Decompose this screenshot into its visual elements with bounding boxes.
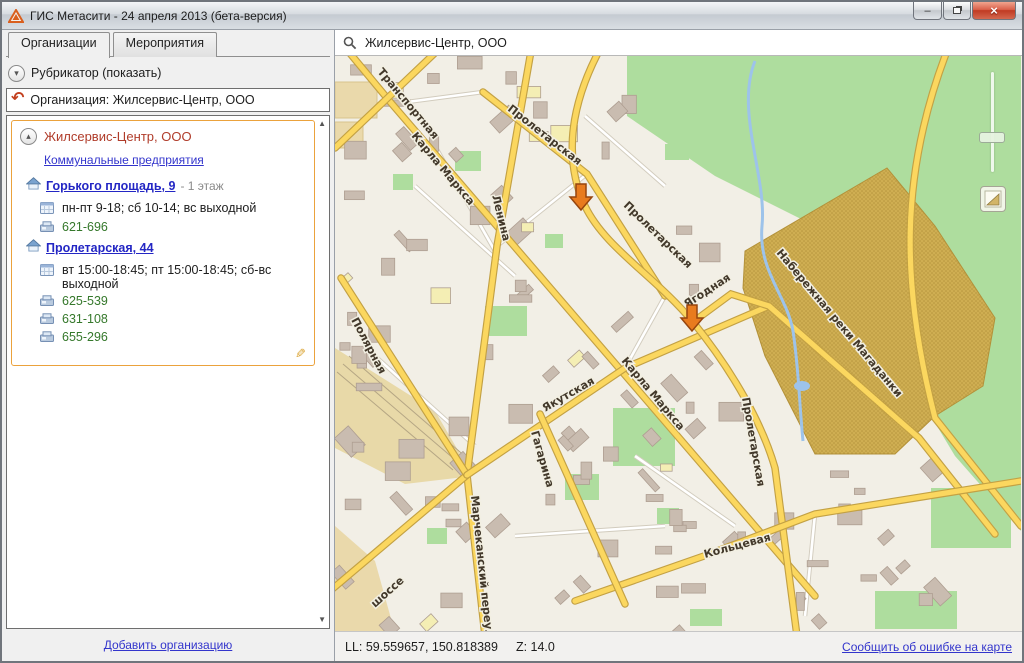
phone-number: 655-296 — [62, 330, 108, 344]
chevron-down-icon[interactable]: ▾ — [8, 65, 25, 82]
address-link[interactable]: Горького площадь, 9 — [46, 179, 175, 193]
organization-bar-label: Организация: Жилсервис-Центр, ООО — [30, 93, 254, 107]
zoom-slider-track[interactable] — [991, 72, 994, 172]
phone-number: 625-539 — [62, 294, 108, 308]
schedule-icon — [40, 202, 56, 217]
close-icon: × — [990, 3, 998, 18]
house-icon — [26, 177, 41, 195]
category-link[interactable]: Коммунальные предприятия — [44, 153, 204, 167]
organization-bar: ↶ Организация: Жилсервис-Центр, ООО — [6, 88, 330, 112]
map-layers-button[interactable] — [980, 186, 1006, 212]
organization-card: ▴ Жилсервис-Центр, ООО Коммунальные пред… — [11, 120, 315, 366]
phone-number: 621-696 — [62, 220, 108, 234]
schedule-icon — [40, 264, 56, 279]
app-window: ГИС Метасити - 24 апреля 2013 (бета-верс… — [0, 0, 1024, 663]
zoom-slider-handle[interactable] — [979, 132, 1005, 143]
add-organization-link[interactable]: Добавить организацию — [104, 638, 233, 652]
sidebar: Организации Мероприятия ▾ Рубрикатор (по… — [2, 30, 335, 661]
search-bar — [335, 30, 1022, 56]
results-panel: ▲ ▼ ▴ Жилсервис-Центр, ООО Коммунальные … — [6, 115, 330, 629]
floor-note: - 1 этаж — [180, 179, 223, 193]
house-icon — [26, 239, 41, 257]
zoom-slider — [988, 72, 996, 172]
phone-icon — [40, 331, 56, 345]
title-bar[interactable]: ГИС Метасити - 24 апреля 2013 (бета-верс… — [2, 2, 1022, 30]
minimize-button[interactable]: – — [913, 2, 942, 20]
map-image[interactable]: ТранспортнаяКарла МарксаПролетарскаяЛени… — [335, 56, 1021, 631]
schedule-text: пн-пт 9-18; сб 10-14; вс выходной — [62, 201, 256, 215]
scroll-up-arrow[interactable]: ▲ — [318, 120, 326, 128]
close-button[interactable]: × — [972, 2, 1016, 20]
search-icon — [343, 36, 357, 50]
location-item: Горького площадь, 9 - 1 этаж пн-пт 9-18; с… — [26, 177, 306, 235]
locations-list: Горького площадь, 9 - 1 этаж пн-пт 9-18; с… — [20, 177, 306, 345]
zoom-readout: Z: 14.0 — [516, 640, 555, 654]
tab-events[interactable]: Мероприятия — [113, 32, 217, 57]
minimize-icon: – — [924, 5, 930, 17]
organization-name: Жилсервис-Центр, ООО — [44, 129, 192, 144]
restore-button[interactable] — [943, 2, 971, 20]
undo-icon[interactable]: ↶ — [11, 92, 24, 106]
phone-icon — [40, 295, 56, 309]
window-title: ГИС Метасити - 24 апреля 2013 (бета-верс… — [30, 9, 287, 23]
edit-pencil-icon[interactable]: ✎ — [295, 346, 306, 362]
scroll-down-arrow[interactable]: ▼ — [318, 616, 326, 624]
chevron-up-icon[interactable]: ▴ — [20, 128, 37, 145]
address-link[interactable]: Пролетарская, 44 — [46, 241, 154, 255]
map-panel: ТранспортнаяКарла МарксаПролетарскаяЛени… — [335, 30, 1022, 661]
map-layers-icon — [984, 190, 1002, 208]
phone-icon — [40, 313, 56, 327]
tab-organizations[interactable]: Организации — [8, 32, 110, 58]
phone-icon — [40, 221, 56, 235]
location-item: Пролетарская, 44 вт 15:00-18:45; пт 15:00… — [26, 239, 306, 345]
tab-strip: Организации Мероприятия — [6, 32, 330, 57]
phone-number: 631-108 — [62, 312, 108, 326]
report-map-error-link[interactable]: Сообщить об ошибке на карте — [842, 640, 1012, 654]
coordinates-readout: LL: 59.559657, 150.818389 — [345, 640, 498, 654]
restore-icon — [953, 7, 961, 14]
map-canvas[interactable]: ТранспортнаяКарла МарксаПролетарскаяЛени… — [335, 56, 1022, 631]
status-bar: LL: 59.559657, 150.818389 Z: 14.0 Сообщи… — [335, 631, 1022, 661]
rubricator-label: Рубрикатор (показать) — [31, 66, 161, 80]
search-input[interactable] — [363, 35, 1014, 51]
schedule-text: вт 15:00-18:45; пт 15:00-18:45; сб-вс вы… — [62, 263, 306, 291]
rubricator-row[interactable]: ▾ Рубрикатор (показать) — [6, 60, 330, 86]
app-logo-icon — [8, 9, 24, 23]
